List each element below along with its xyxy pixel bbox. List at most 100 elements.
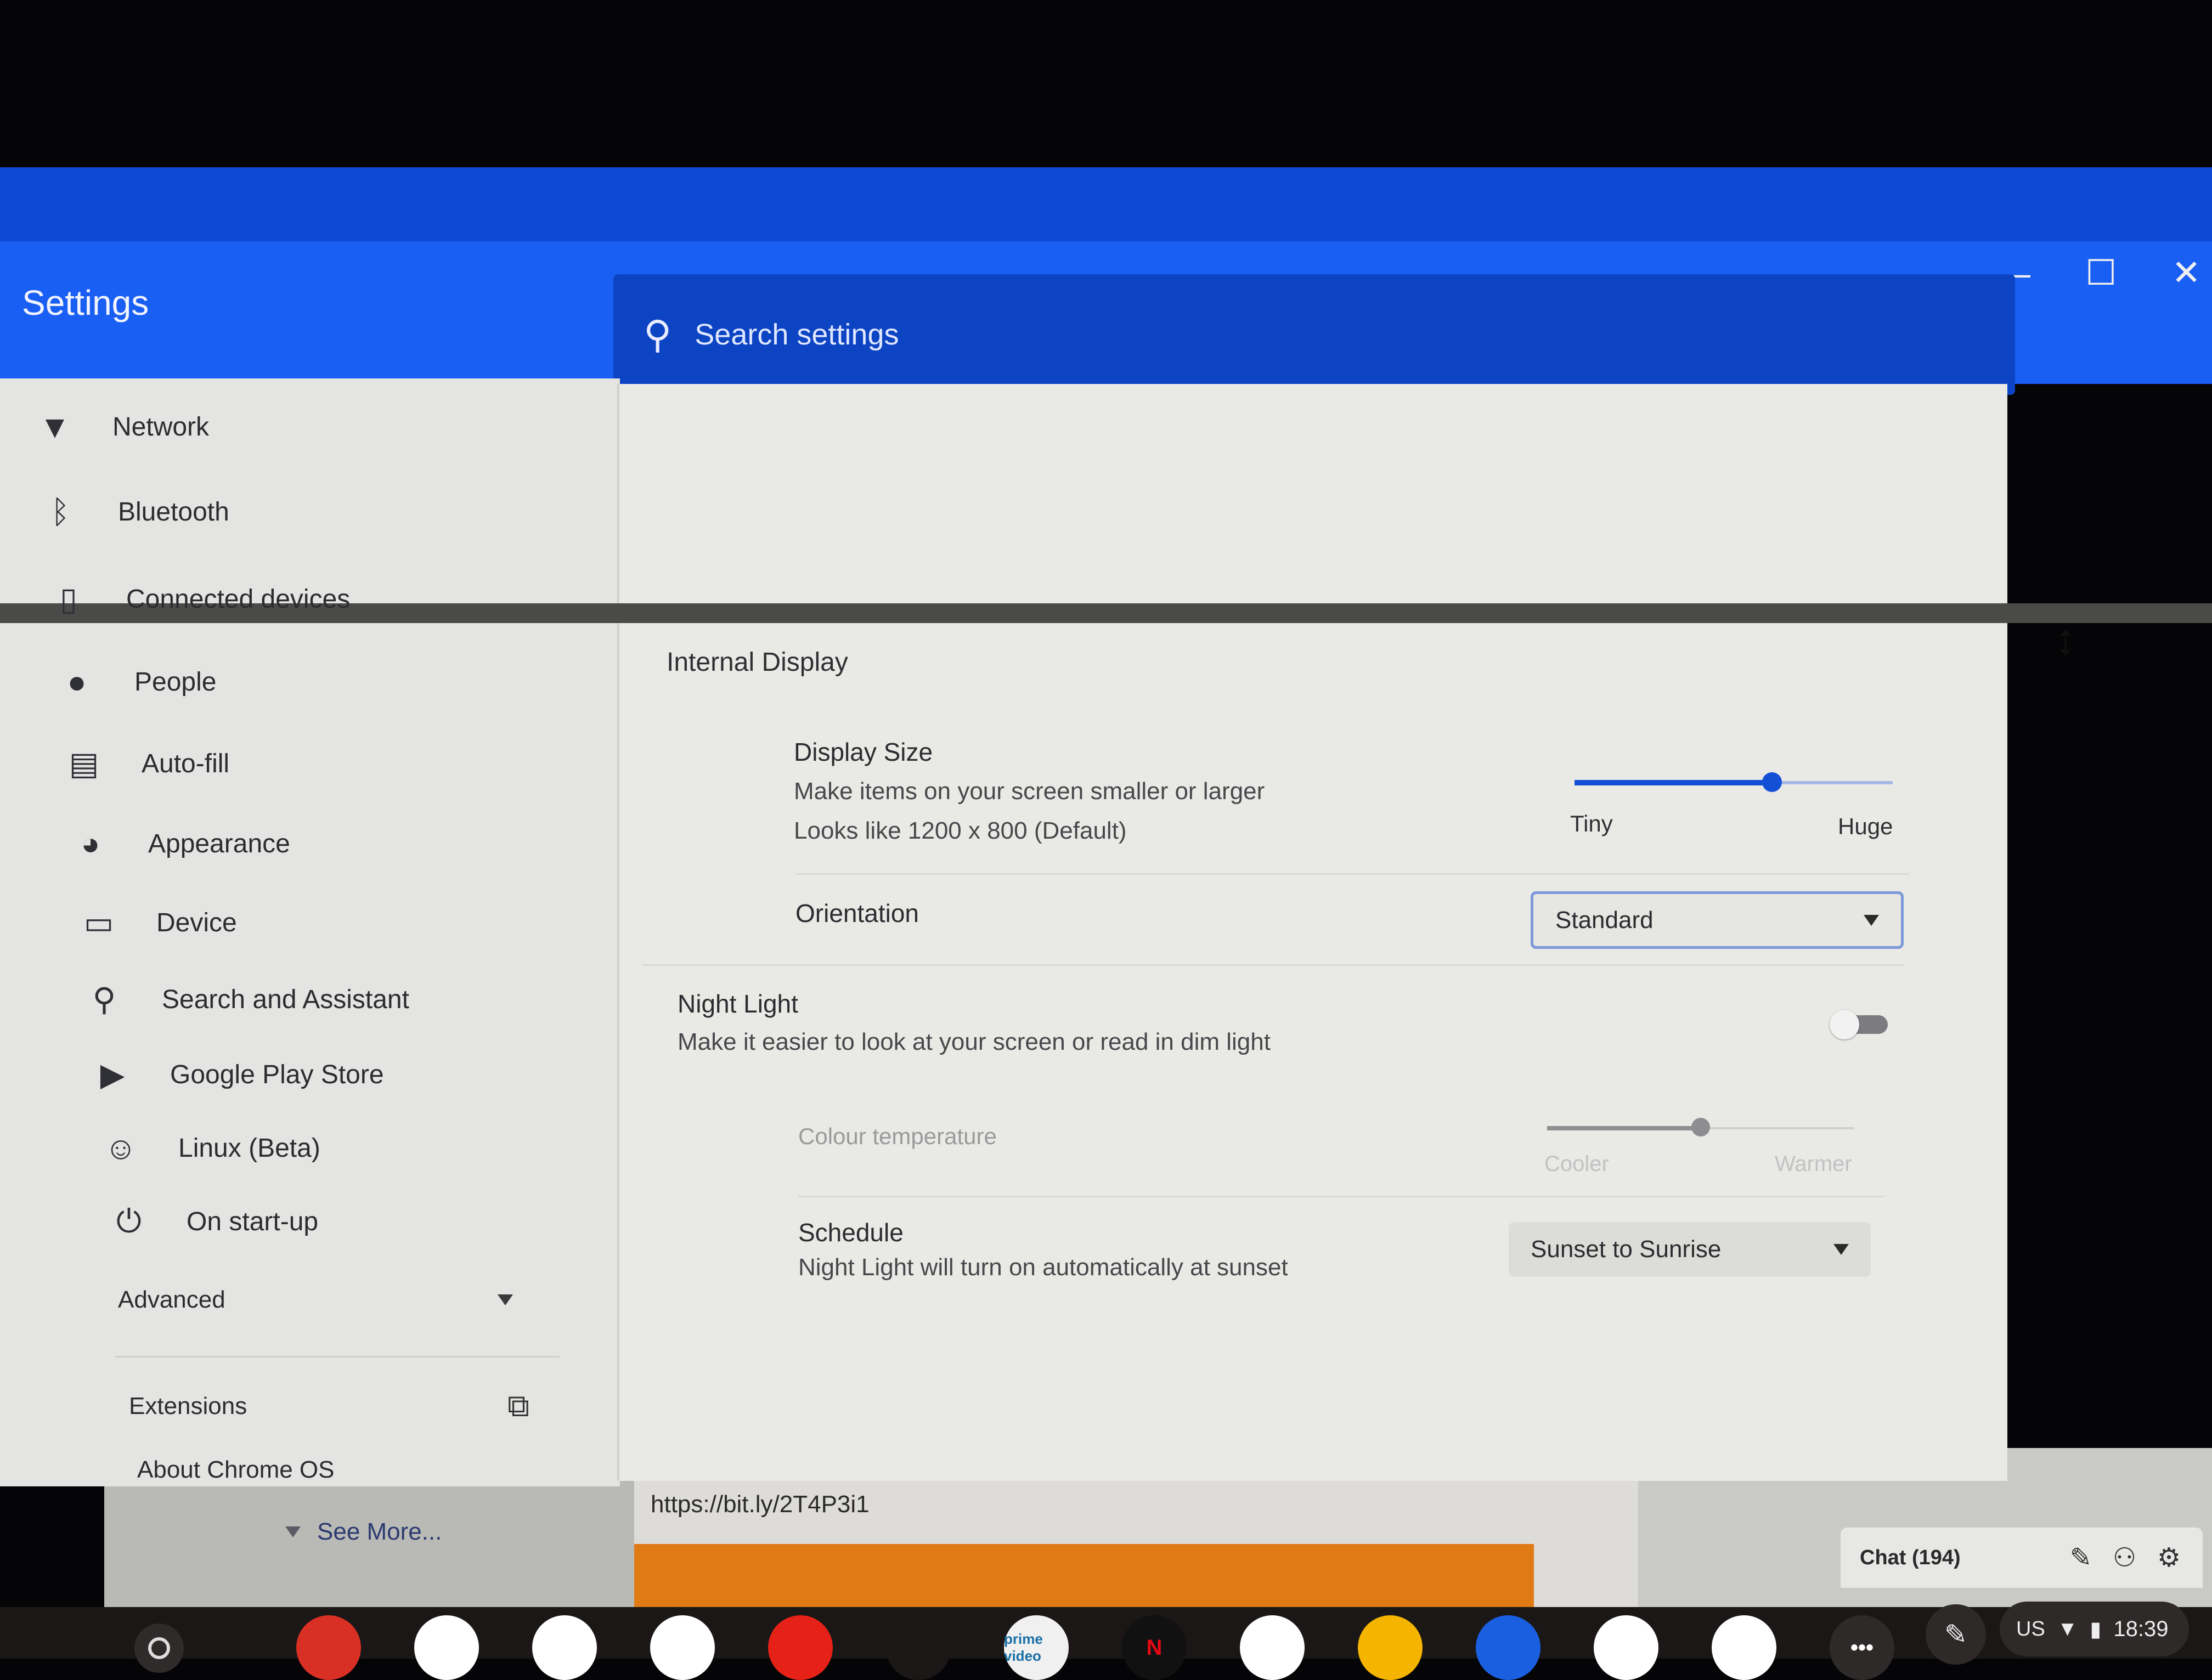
sidebar-item-appearance[interactable]: ◕ Appearance xyxy=(66,825,290,862)
display-size-row: Display Size Make items on your screen s… xyxy=(794,732,1265,851)
see-more-label: See More... xyxy=(317,1518,442,1545)
add-people-icon[interactable]: ⚇ xyxy=(2113,1542,2136,1573)
chevron-down-icon xyxy=(1864,914,1879,926)
display-size-slider[interactable] xyxy=(1575,772,1893,792)
sidebar-item-label: Google Play Store xyxy=(170,1060,384,1089)
see-more-link[interactable]: See More... xyxy=(285,1518,442,1546)
youtube-icon[interactable] xyxy=(768,1615,833,1680)
advanced-label: Advanced xyxy=(118,1286,225,1313)
sidebar-item-google-play-store[interactable]: ▶ Google Play Store xyxy=(88,1056,384,1093)
sidebar-item-label: Network xyxy=(112,412,210,442)
wifi-icon: ▼ xyxy=(39,409,71,445)
phone-icon: ▯ xyxy=(60,581,77,617)
window-controls: – ☐ ✕ xyxy=(2011,252,2212,293)
schedule-row: Schedule Night Light will turn on automa… xyxy=(798,1215,1288,1285)
resize-cursor-icon: ↕ xyxy=(2055,615,2076,664)
sidebar-item-label: Connected devices xyxy=(126,584,351,614)
netflix-icon[interactable]: N xyxy=(1122,1615,1187,1680)
toggle-knob xyxy=(1830,1010,1859,1039)
close-icon[interactable]: ✕ xyxy=(2171,252,2201,293)
gear-icon[interactable]: ⚙ xyxy=(2157,1542,2181,1573)
sidebar-item-network[interactable]: ▼ Network xyxy=(30,409,209,445)
person-icon: ● xyxy=(67,664,87,700)
drive-icon[interactable] xyxy=(886,1615,951,1680)
sidebar-item-linux-beta[interactable]: ☺ Linux (Beta) xyxy=(96,1130,320,1167)
ime-indicator: US xyxy=(2016,1617,2045,1641)
chevron-down-icon xyxy=(1833,1244,1849,1255)
orientation-select[interactable]: Standard xyxy=(1531,891,1904,949)
compose-icon[interactable]: ✎ xyxy=(2070,1542,2092,1573)
search-input[interactable] xyxy=(693,317,1903,352)
sidebar-item-search-and-assistant[interactable]: ⚲ Search and Assistant xyxy=(80,981,409,1018)
home-icon[interactable] xyxy=(1594,1615,1658,1680)
extensions-label: Extensions xyxy=(129,1392,247,1419)
slider-min-label: Tiny xyxy=(1570,811,1613,836)
slider-min-label: Cooler xyxy=(1544,1152,1609,1176)
sidebar-item-connected-devices[interactable]: ▯ Connected devices xyxy=(44,580,350,618)
search-icon: ⚲ xyxy=(92,982,116,1017)
play-store-icon[interactable] xyxy=(650,1615,715,1680)
schedule-title: Schedule xyxy=(798,1218,904,1247)
email-link[interactable]: https://bit.ly/2T4P3i1 xyxy=(651,1491,870,1518)
slider-thumb[interactable] xyxy=(1691,1118,1710,1136)
clipboard-icon: ▤ xyxy=(69,746,99,782)
status-tray[interactable]: US ▼ ▮ 18:39 xyxy=(2000,1602,2189,1656)
sidebar-item-extensions[interactable]: Extensions ⧉ xyxy=(129,1388,529,1424)
advanced-toggle[interactable]: Advanced xyxy=(118,1286,513,1314)
row-divider xyxy=(642,964,1904,966)
display-size-resolution: Looks like 1200 x 800 (Default) xyxy=(794,817,1127,844)
display-size-subtitle: Make items on your screen smaller or lar… xyxy=(794,778,1265,805)
triangle-down-icon xyxy=(285,1526,301,1537)
shelf-apps: prime video N ••• xyxy=(296,1615,1894,1680)
orientation-value: Standard xyxy=(1555,906,1654,934)
fit-icon[interactable] xyxy=(1712,1615,1776,1680)
window-frame xyxy=(0,167,2212,244)
display-size-title: Display Size xyxy=(794,738,933,766)
search-bar[interactable]: ⚲ xyxy=(613,274,2015,395)
gmail-icon[interactable] xyxy=(414,1615,479,1680)
prime-video-icon[interactable]: prime video xyxy=(1004,1615,1069,1680)
schedule-value: Sunset to Sunrise xyxy=(1531,1236,1722,1263)
keep-icon[interactable] xyxy=(1358,1615,1423,1680)
sidebar-item-about[interactable]: About Chrome OS xyxy=(137,1456,335,1484)
sidebar-item-people[interactable]: ● People xyxy=(52,664,216,700)
slider-fill xyxy=(1547,1126,1701,1130)
chat-bar[interactable]: Chat (194) ✎ ⚇ ⚙ xyxy=(1841,1528,2203,1588)
sidebar-item-autofill[interactable]: ▤ Auto-fill xyxy=(59,745,229,782)
sidebar-item-label: Device xyxy=(156,908,237,937)
night-light-title: Night Light xyxy=(678,989,798,1018)
night-light-toggle[interactable] xyxy=(1830,1010,1890,1039)
slider-fill xyxy=(1575,780,1772,785)
maximize-icon[interactable]: ☐ xyxy=(2085,252,2117,293)
bluetooth-icon: ᛒ xyxy=(50,494,70,530)
wifi-icon: ▼ xyxy=(2057,1617,2078,1641)
photos-icon[interactable] xyxy=(532,1615,597,1680)
battery-icon: ▮ xyxy=(2090,1617,2102,1641)
schedule-select[interactable]: Sunset to Sunrise xyxy=(1509,1222,1871,1277)
sidebar-item-on-startup[interactable]: ⏻ On start-up xyxy=(104,1203,318,1240)
row-divider xyxy=(798,1196,1884,1197)
messages-icon[interactable] xyxy=(1476,1615,1541,1680)
power-icon: ⏻ xyxy=(116,1203,142,1239)
slider-max-label: Huge xyxy=(1838,813,1893,839)
slider-thumb[interactable] xyxy=(1762,772,1782,792)
colour-temperature-slider[interactable] xyxy=(1547,1118,1854,1136)
play-music-icon[interactable] xyxy=(1240,1615,1305,1680)
colour-temperature-label: Colour temperature xyxy=(798,1123,997,1149)
more-icon[interactable]: ••• xyxy=(1830,1615,1894,1680)
search-icon: ⚲ xyxy=(644,313,672,356)
sidebar-item-label: People xyxy=(134,668,217,697)
sidebar-item-device[interactable]: ▭ Device xyxy=(74,904,237,941)
stylus-icon[interactable]: ✎ xyxy=(1926,1604,1986,1665)
sidebar-item-label: Appearance xyxy=(148,829,290,858)
sidebar-item-bluetooth[interactable]: ᛒ Bluetooth xyxy=(36,494,229,530)
chrome-icon[interactable] xyxy=(296,1615,361,1680)
clock: 18:39 xyxy=(2113,1616,2169,1641)
sidebar-item-label: Search and Assistant xyxy=(162,985,409,1014)
play-store-icon: ▶ xyxy=(100,1057,125,1093)
chat-label: Chat (194) xyxy=(1860,1546,1961,1569)
open-in-new-icon: ⧉ xyxy=(507,1388,529,1423)
palette-icon: ◕ xyxy=(81,826,100,862)
launcher-icon xyxy=(148,1637,170,1659)
slider-max-label: Warmer xyxy=(1775,1152,1852,1176)
